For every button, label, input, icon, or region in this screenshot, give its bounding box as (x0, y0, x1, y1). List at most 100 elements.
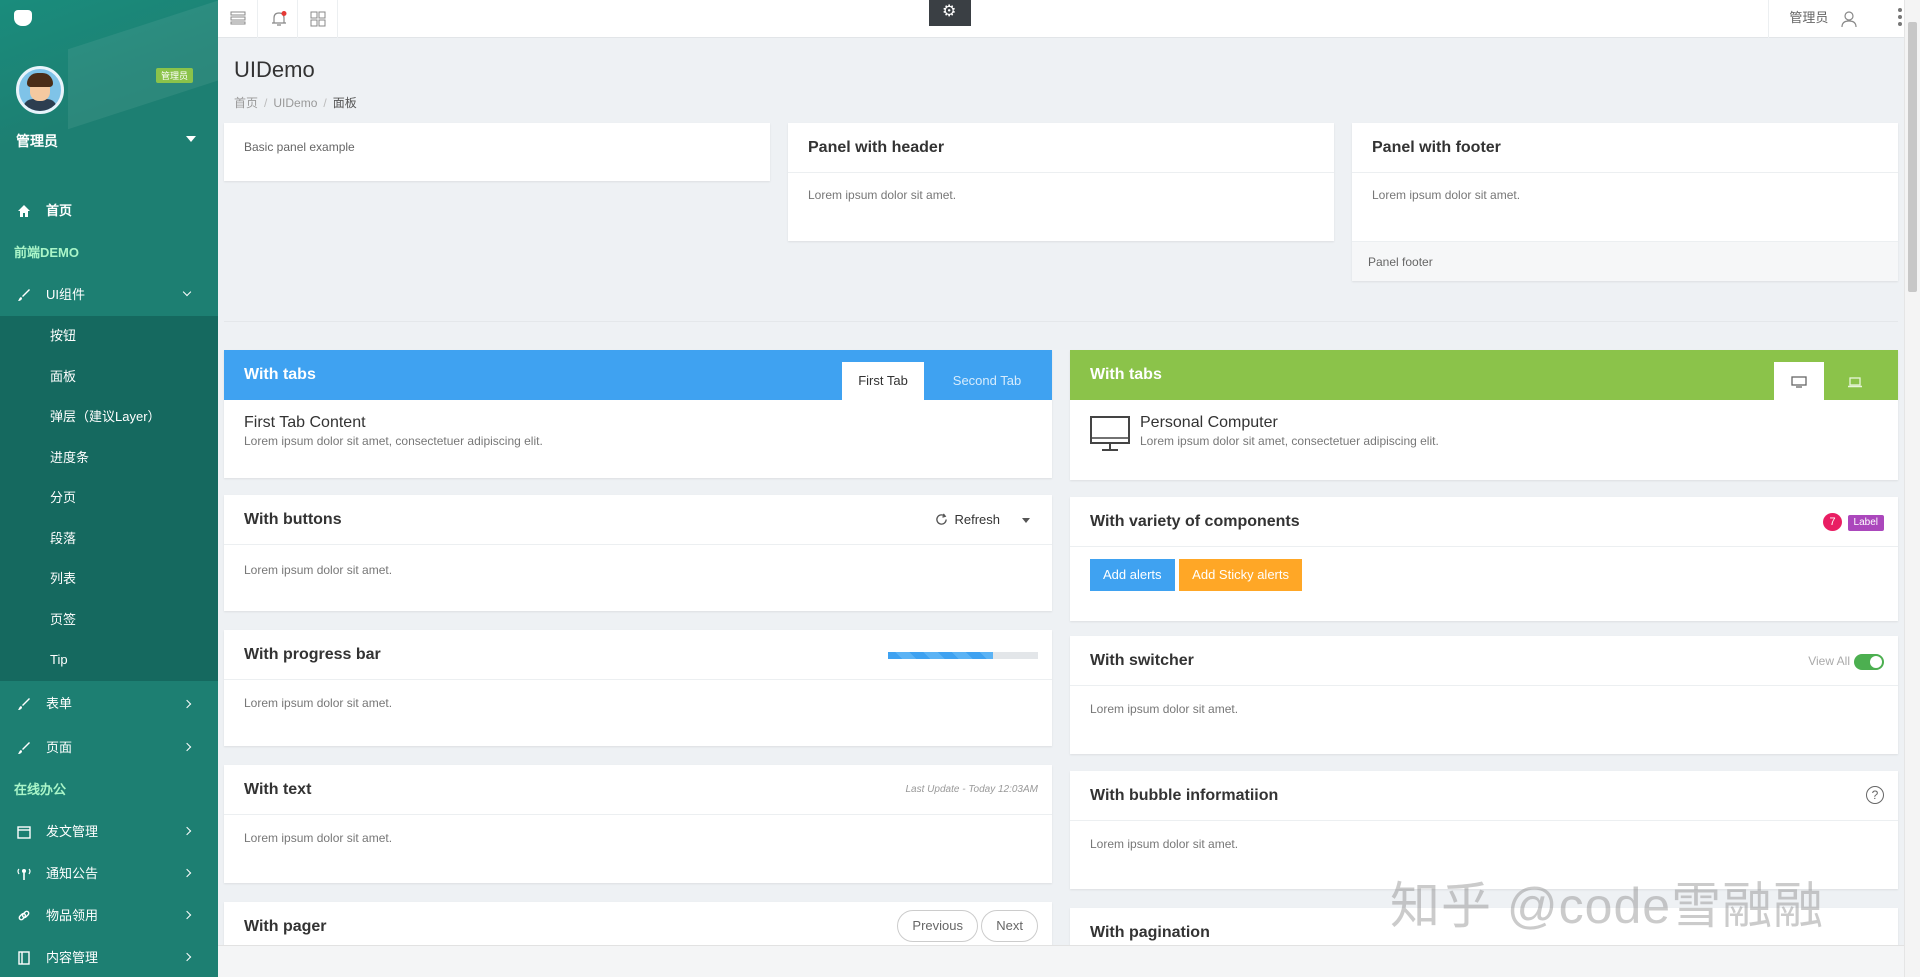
scrollbar-thumb[interactable] (1908, 22, 1917, 292)
add-sticky-alerts-button[interactable]: Add Sticky alerts (1179, 559, 1302, 591)
sidebar-item-label: 发文管理 (46, 823, 99, 839)
home-icon (18, 205, 30, 217)
panel-header: With bubble informatiion ? (1070, 771, 1898, 821)
panel-body: Lorem ipsum dolor sit amet. (244, 696, 393, 710)
antenna-icon (17, 868, 31, 880)
panel-header: With variety of components 7 Label (1070, 497, 1898, 547)
help-icon[interactable]: ? (1866, 786, 1884, 804)
sidebar-item-label: 内容管理 (46, 949, 99, 965)
count-badge: 7 (1823, 513, 1842, 531)
apps-button[interactable] (298, 0, 338, 38)
refresh-button[interactable]: Refresh (935, 495, 1000, 545)
user-name[interactable]: 管理员 (16, 131, 58, 151)
submenu-item[interactable]: Tip (0, 640, 218, 681)
tab-first[interactable]: First Tab (842, 362, 924, 400)
panel-title: With buttons (244, 511, 342, 528)
progress-fill (888, 652, 993, 659)
divider (224, 321, 1898, 322)
add-alerts-button[interactable]: Add alerts (1090, 559, 1175, 591)
sidebar-item-label: 首页 (46, 203, 73, 218)
horizontal-scrollbar[interactable] (218, 945, 1904, 977)
submenu-item[interactable]: 弹层（建议Layer） (0, 397, 218, 438)
chevron-right-icon (182, 699, 192, 708)
sidebar-item-label: 通知公告 (46, 865, 99, 881)
panel-body: Lorem ipsum dolor sit amet. (808, 188, 957, 202)
submenu-item[interactable]: 页签 (0, 600, 218, 641)
chevron-down-icon (182, 287, 192, 297)
header-panel: Panel with header Lorem ipsum dolor sit … (788, 123, 1334, 241)
panel-body: Lorem ipsum dolor sit amet. (1090, 837, 1239, 851)
progress-panel: With progress bar Lorem ipsum dolor sit … (224, 630, 1052, 746)
tab-desktop[interactable] (1774, 362, 1824, 400)
panel-title: With tabs (1090, 366, 1162, 383)
submenu-item[interactable]: 分页 (0, 478, 218, 519)
watermark: 知乎 @code雪融融 (1390, 878, 1825, 934)
section-demo: 前端DEMO (14, 245, 80, 260)
logo-icon[interactable] (14, 10, 32, 26)
sidebar-item-content[interactable]: 内容管理 (0, 937, 218, 977)
calendar-icon (17, 825, 31, 839)
submenu-item[interactable]: 段落 (0, 519, 218, 560)
panel-body: Lorem ipsum dolor sit amet. (244, 563, 393, 577)
panel-title: With variety of components (1090, 513, 1300, 530)
tab-second[interactable]: Second Tab (934, 362, 1040, 400)
list-icon (230, 11, 246, 28)
sidebar-item-goods[interactable]: 物品领用 (0, 895, 218, 937)
avatar-hair (27, 73, 53, 87)
sidebar-item-form[interactable]: 表单 (0, 681, 218, 727)
avatar[interactable] (16, 66, 64, 114)
chevron-right-icon (182, 868, 192, 877)
sidebar-item-notice[interactable]: 通知公告 (0, 853, 218, 895)
submenu-item[interactable]: 列表 (0, 559, 218, 600)
sidebar-item-home[interactable]: 首页 (0, 190, 218, 232)
submenu-item[interactable]: 进度条 (0, 438, 218, 479)
top-user-menu[interactable]: 管理员 (1768, 0, 1858, 38)
switcher-panel: With switcher View All Lorem ipsum dolor… (1070, 636, 1898, 754)
view-all-toggle[interactable] (1854, 654, 1884, 670)
link-icon (18, 910, 30, 920)
sidebar-item-page[interactable]: 页面 (0, 727, 218, 769)
breadcrumb-current: 面板 (332, 96, 357, 110)
previous-button[interactable]: Previous (897, 910, 978, 942)
panel-title: With switcher (1090, 652, 1194, 669)
next-button[interactable]: Next (981, 910, 1038, 942)
panel-title: Panel with header (788, 123, 1334, 173)
panel-body: Lorem ipsum dolor sit amet. (1090, 702, 1239, 716)
vertical-scrollbar[interactable] (1904, 0, 1920, 977)
panel-header: With progress bar (224, 630, 1052, 680)
caret-down-icon[interactable] (1022, 518, 1030, 523)
tab-content-title: Personal Computer (1140, 414, 1278, 431)
panel-title: With progress bar (244, 646, 381, 663)
submenu-item[interactable]: 面板 (0, 357, 218, 398)
submenu-item[interactable]: 按钮 (0, 316, 218, 357)
tab-content-text: Lorem ipsum dolor sit amet, consectetuer… (1140, 434, 1439, 448)
tabs-panel-2: With tabs Personal Computer Lorem ipsum … (1070, 350, 1898, 480)
chevron-right-icon (182, 952, 192, 961)
panel-title: With bubble informatiion (1090, 787, 1279, 804)
list-toggle-button[interactable] (218, 0, 258, 38)
footer-panel: Panel with footer Lorem ipsum dolor sit … (1352, 123, 1898, 281)
sidebar-item-label: 页面 (46, 739, 73, 755)
tab-laptop[interactable] (1830, 362, 1880, 400)
breadcrumb-home[interactable]: 首页 (234, 96, 258, 110)
basic-panel-text: Basic panel example (244, 140, 355, 154)
sidebar-item-doc[interactable]: 发文管理 (0, 811, 218, 853)
panel-title: With pagination (1090, 924, 1210, 941)
notification-button[interactable] (258, 0, 298, 38)
panel-header: With switcher View All (1070, 636, 1898, 686)
tab-content-text: Lorem ipsum dolor sit amet, consectetuer… (244, 434, 543, 448)
caret-down-icon[interactable] (186, 136, 196, 142)
panel-title: With pager (244, 918, 327, 935)
settings-button[interactable]: ⚙ (929, 0, 971, 26)
panel-footer: Panel footer (1352, 241, 1898, 281)
variety-panel: With variety of components 7 Label Add a… (1070, 497, 1898, 621)
sidebar-item-ui-components[interactable]: UI组件 (0, 274, 218, 316)
breadcrumb-uidemo[interactable]: UIDemo (273, 96, 317, 110)
top-user-name: 管理员 (1789, 10, 1829, 25)
chevron-right-icon (182, 910, 192, 919)
chevron-right-icon (182, 826, 192, 835)
main-content: UIDemo 首页 / UIDemo / 面板 Basic panel example … (218, 38, 1904, 977)
brush-icon (18, 289, 30, 301)
more-vertical-icon[interactable] (1898, 8, 1902, 28)
role-badge: 管理员 (156, 68, 194, 83)
